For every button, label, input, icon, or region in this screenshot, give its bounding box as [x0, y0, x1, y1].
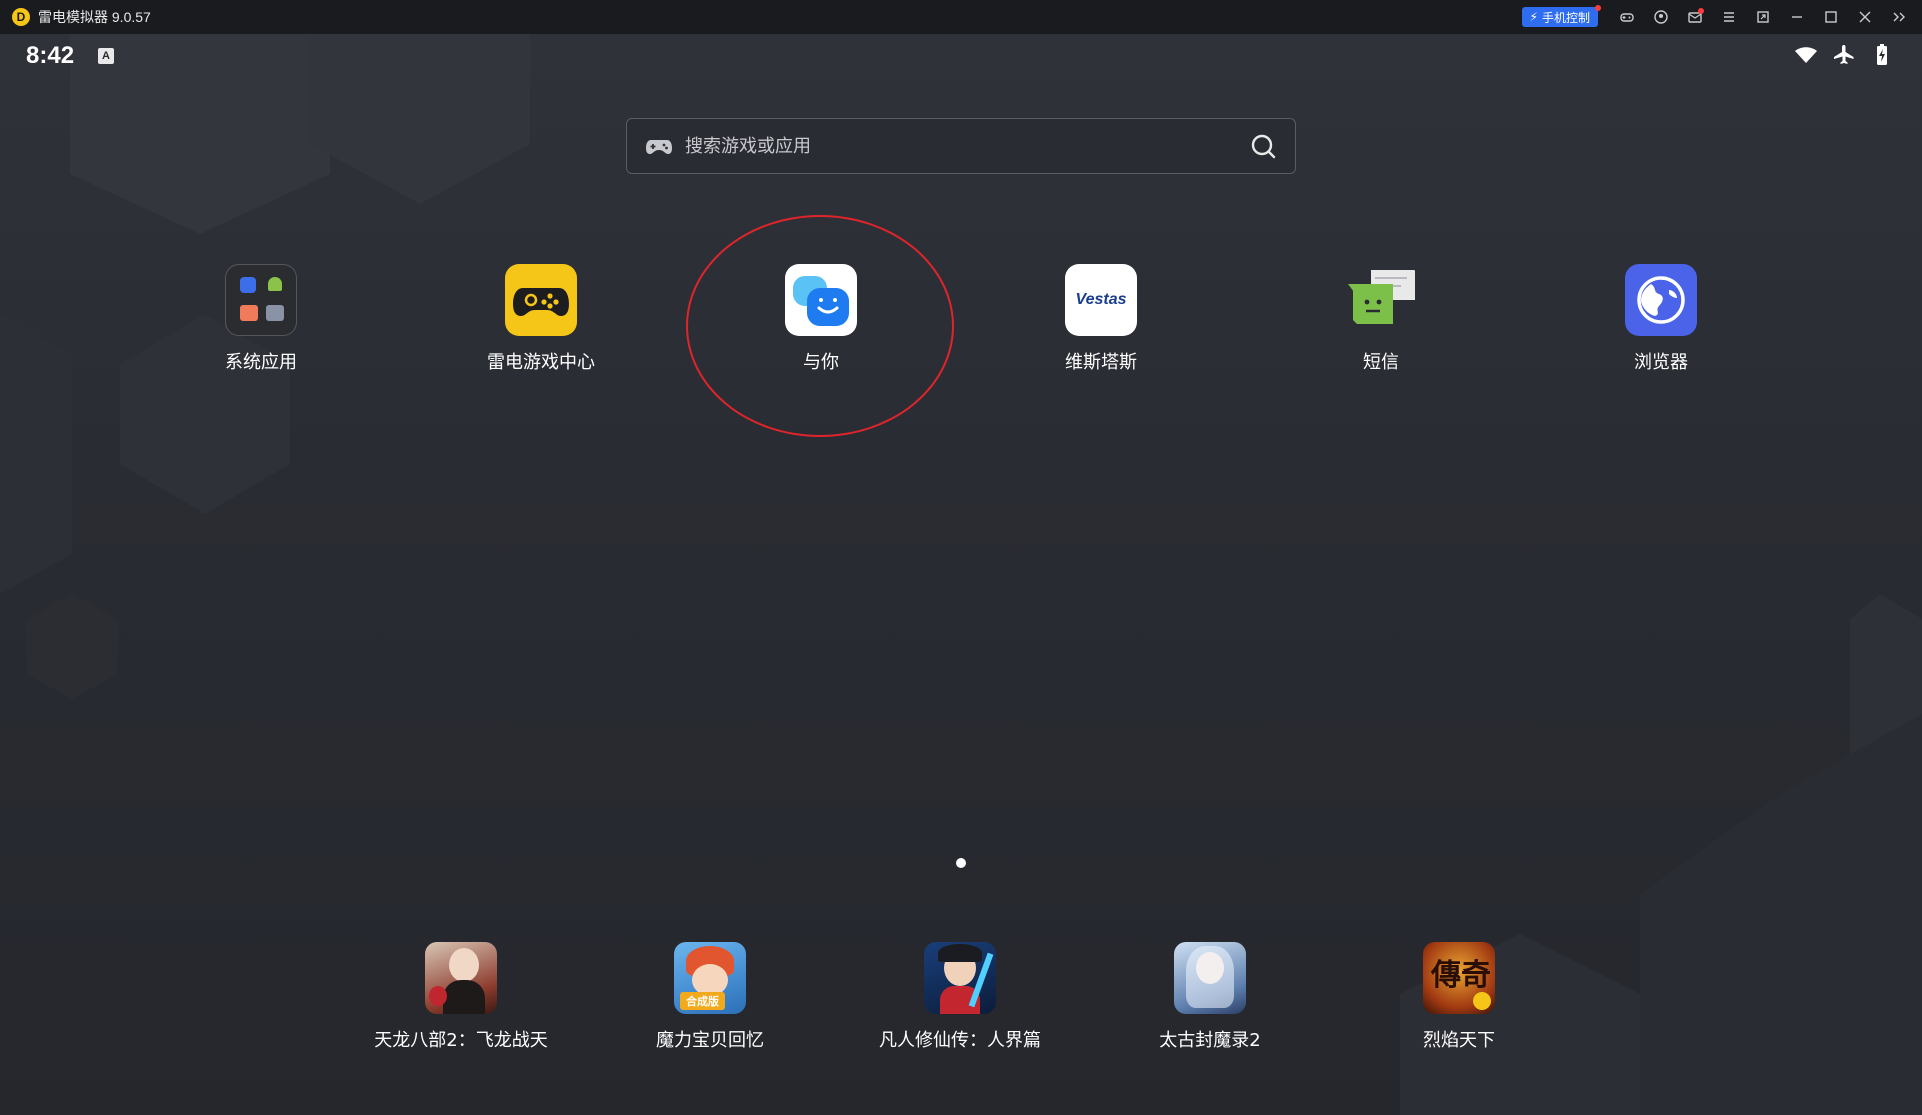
dock-app-label: 太古封魔录2: [1159, 1030, 1261, 1051]
dock-app-fanren[interactable]: 凡人修仙传：人界篇: [850, 942, 1070, 1052]
maximize-icon: [1825, 11, 1837, 23]
search-icon[interactable]: [1249, 132, 1277, 160]
legend-badge: 傳奇: [1431, 958, 1491, 993]
dock-app-label: 烈焰天下: [1423, 1030, 1495, 1051]
title-bar-controls: ⚡ 手机控制: [1521, 0, 1916, 34]
app-vestas[interactable]: Vestas 维斯塔斯: [1021, 264, 1181, 374]
airplane-mode-icon: [1834, 45, 1854, 64]
app-system-apps[interactable]: 系统应用: [181, 264, 341, 374]
collapse-sidebar-button[interactable]: [1882, 0, 1916, 34]
gamepad-icon: [646, 140, 672, 154]
phone-control-button[interactable]: ⚡ 手机控制: [1521, 5, 1601, 27]
game-tianlong-icon: [425, 942, 497, 1014]
merged-edition-badge: 合成版: [680, 992, 725, 1010]
restore-button[interactable]: [1746, 0, 1780, 34]
close-button[interactable]: [1848, 0, 1882, 34]
restore-icon: [1757, 11, 1769, 23]
status-icons: [1794, 43, 1894, 67]
minimize-icon: [1792, 16, 1802, 18]
dock-app-taigu[interactable]: 太古封魔录2: [1100, 942, 1320, 1052]
highlight-circle: [686, 215, 954, 437]
close-icon: [1859, 11, 1871, 23]
app-label: 短信: [1363, 352, 1399, 373]
dock-app-label: 天龙八部2：飞龙战天: [374, 1030, 548, 1051]
lightning-icon: ⚡: [1529, 10, 1538, 24]
page-indicator-dot: [956, 858, 966, 868]
game-fanren-icon: [924, 942, 996, 1014]
title-bar: D 雷电模拟器 9.0.57 ⚡ 手机控制: [0, 0, 1922, 34]
app-label: 维斯塔斯: [1065, 352, 1137, 373]
app-label: 雷电游戏中心: [487, 352, 595, 373]
app-logo: D: [12, 8, 30, 26]
dock-app-label: 凡人修仙传：人界篇: [879, 1030, 1041, 1051]
maximize-button[interactable]: [1814, 0, 1848, 34]
dock-app-lieyan[interactable]: 傳奇 烈焰天下: [1349, 942, 1569, 1052]
game-lieyan-icon: 傳奇: [1423, 942, 1495, 1014]
app-browser[interactable]: 浏览器: [1581, 264, 1741, 374]
android-desktop: 8:42 A 系统应用 雷电游戏中心 与你: [0, 34, 1922, 1115]
input-method-icon: A: [98, 48, 114, 64]
wifi-icon: [1795, 47, 1817, 63]
vestas-logo: Vestas: [1065, 264, 1137, 336]
dock-app-moli[interactable]: 合成版 魔力宝贝回忆: [600, 942, 820, 1052]
menu-button[interactable]: [1712, 0, 1746, 34]
vestas-logo-text: Vestas: [1075, 291, 1127, 308]
account-button[interactable]: [1644, 0, 1678, 34]
account-icon: [1654, 10, 1668, 24]
menu-icon: [1724, 12, 1734, 22]
search-input[interactable]: [683, 134, 1249, 158]
app-label: 系统应用: [225, 352, 297, 373]
app-game-center[interactable]: 雷电游戏中心: [461, 264, 621, 374]
gamepad-button[interactable]: [1610, 0, 1644, 34]
folder-icon: [225, 264, 297, 336]
game-taigu-icon: [1174, 942, 1246, 1014]
window-title: 雷电模拟器 9.0.57: [38, 9, 151, 25]
dock-app-tianlong[interactable]: 天龙八部2：飞龙战天: [351, 942, 571, 1052]
collapse-icon: [1893, 12, 1905, 22]
status-clock: 8:42: [26, 42, 75, 69]
gamepad-icon: [1620, 13, 1634, 22]
mail-notification-dot: [1698, 8, 1704, 14]
android-status-bar: 8:42 A: [0, 34, 1922, 78]
search-bar[interactable]: [626, 118, 1296, 174]
globe-icon: [1625, 264, 1697, 336]
app-label: 浏览器: [1634, 352, 1688, 373]
battery-charging-icon: [1877, 44, 1887, 65]
minimize-button[interactable]: [1780, 0, 1814, 34]
dock-app-label: 魔力宝贝回忆: [656, 1030, 764, 1051]
sms-icon: [1345, 264, 1417, 336]
phone-control-label: 手机控制: [1541, 10, 1590, 25]
mail-button[interactable]: [1678, 0, 1712, 34]
notification-dot: [1595, 5, 1601, 11]
gamepad-icon: [505, 264, 577, 336]
app-sms[interactable]: 短信: [1301, 264, 1461, 374]
game-moli-icon: 合成版: [674, 942, 746, 1014]
